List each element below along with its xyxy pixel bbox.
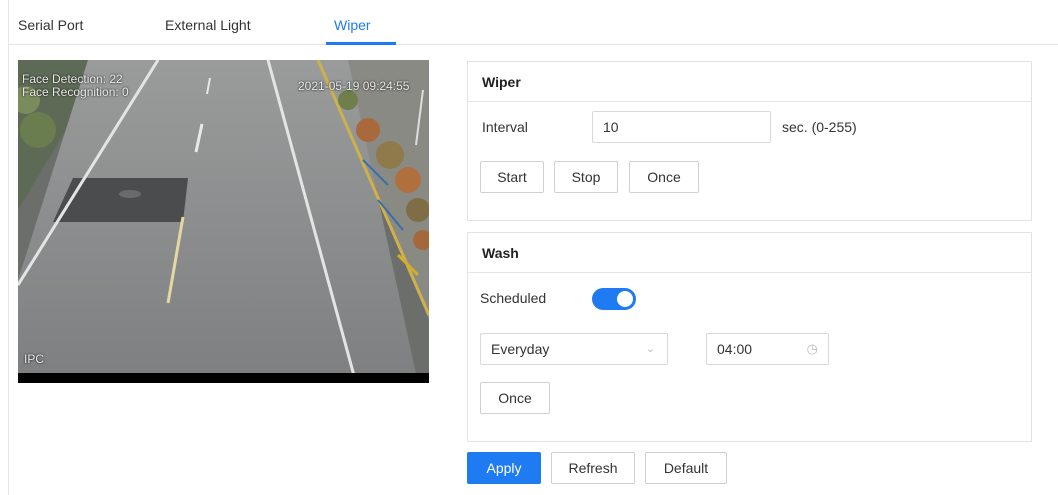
camera-scene <box>18 60 429 383</box>
frequency-value: Everyday <box>491 341 550 357</box>
frequency-select[interactable]: Everyday ⌄ <box>480 333 668 365</box>
interval-label: Interval <box>482 119 528 135</box>
toggle-knob <box>617 291 633 307</box>
chevron-down-icon: ⌄ <box>645 343 655 355</box>
wash-time-picker[interactable]: 04:00 ◷ <box>706 333 829 365</box>
osd-face-recognition: Face Recognition: 0 <box>22 85 129 99</box>
refresh-button[interactable]: Refresh <box>551 452 635 484</box>
wash-panel: Wash Scheduled Everyday ⌄ 04:00 ◷ Once <box>467 232 1032 442</box>
tab-wiper[interactable]: Wiper <box>334 0 371 45</box>
active-tab-indicator <box>326 42 396 45</box>
interval-range-hint: sec. (0-255) <box>782 119 857 135</box>
tab-bar: Serial Port External Light Wiper <box>9 0 1058 45</box>
wiper-start-button[interactable]: Start <box>480 161 544 193</box>
wiper-panel-title: Wiper <box>468 62 1031 102</box>
page-frame-left <box>8 0 9 495</box>
interval-input[interactable]: 10 <box>592 111 771 143</box>
wiper-stop-button[interactable]: Stop <box>554 161 618 193</box>
scheduled-label: Scheduled <box>480 290 547 306</box>
live-video-preview: Face Detection: 22 Face Recognition: 0 2… <box>18 60 429 383</box>
osd-face-detection: Face Detection: 22 <box>22 72 123 86</box>
scheduled-toggle[interactable] <box>592 288 636 310</box>
tab-external-light[interactable]: External Light <box>165 0 251 45</box>
wash-once-button[interactable]: Once <box>480 382 550 414</box>
osd-timestamp: 2021-05-19 09:24:55 <box>298 79 410 93</box>
wash-panel-title: Wash <box>468 233 1031 273</box>
apply-button[interactable]: Apply <box>467 452 541 484</box>
tab-serial-port[interactable]: Serial Port <box>18 0 83 45</box>
wiper-panel: Wiper Interval 10 sec. (0-255) Start Sto… <box>467 61 1032 221</box>
wash-time-value: 04:00 <box>717 341 753 357</box>
default-button[interactable]: Default <box>645 452 727 484</box>
clock-icon: ◷ <box>806 341 818 356</box>
wiper-once-button[interactable]: Once <box>629 161 699 193</box>
osd-channel-name: IPC <box>24 352 45 366</box>
